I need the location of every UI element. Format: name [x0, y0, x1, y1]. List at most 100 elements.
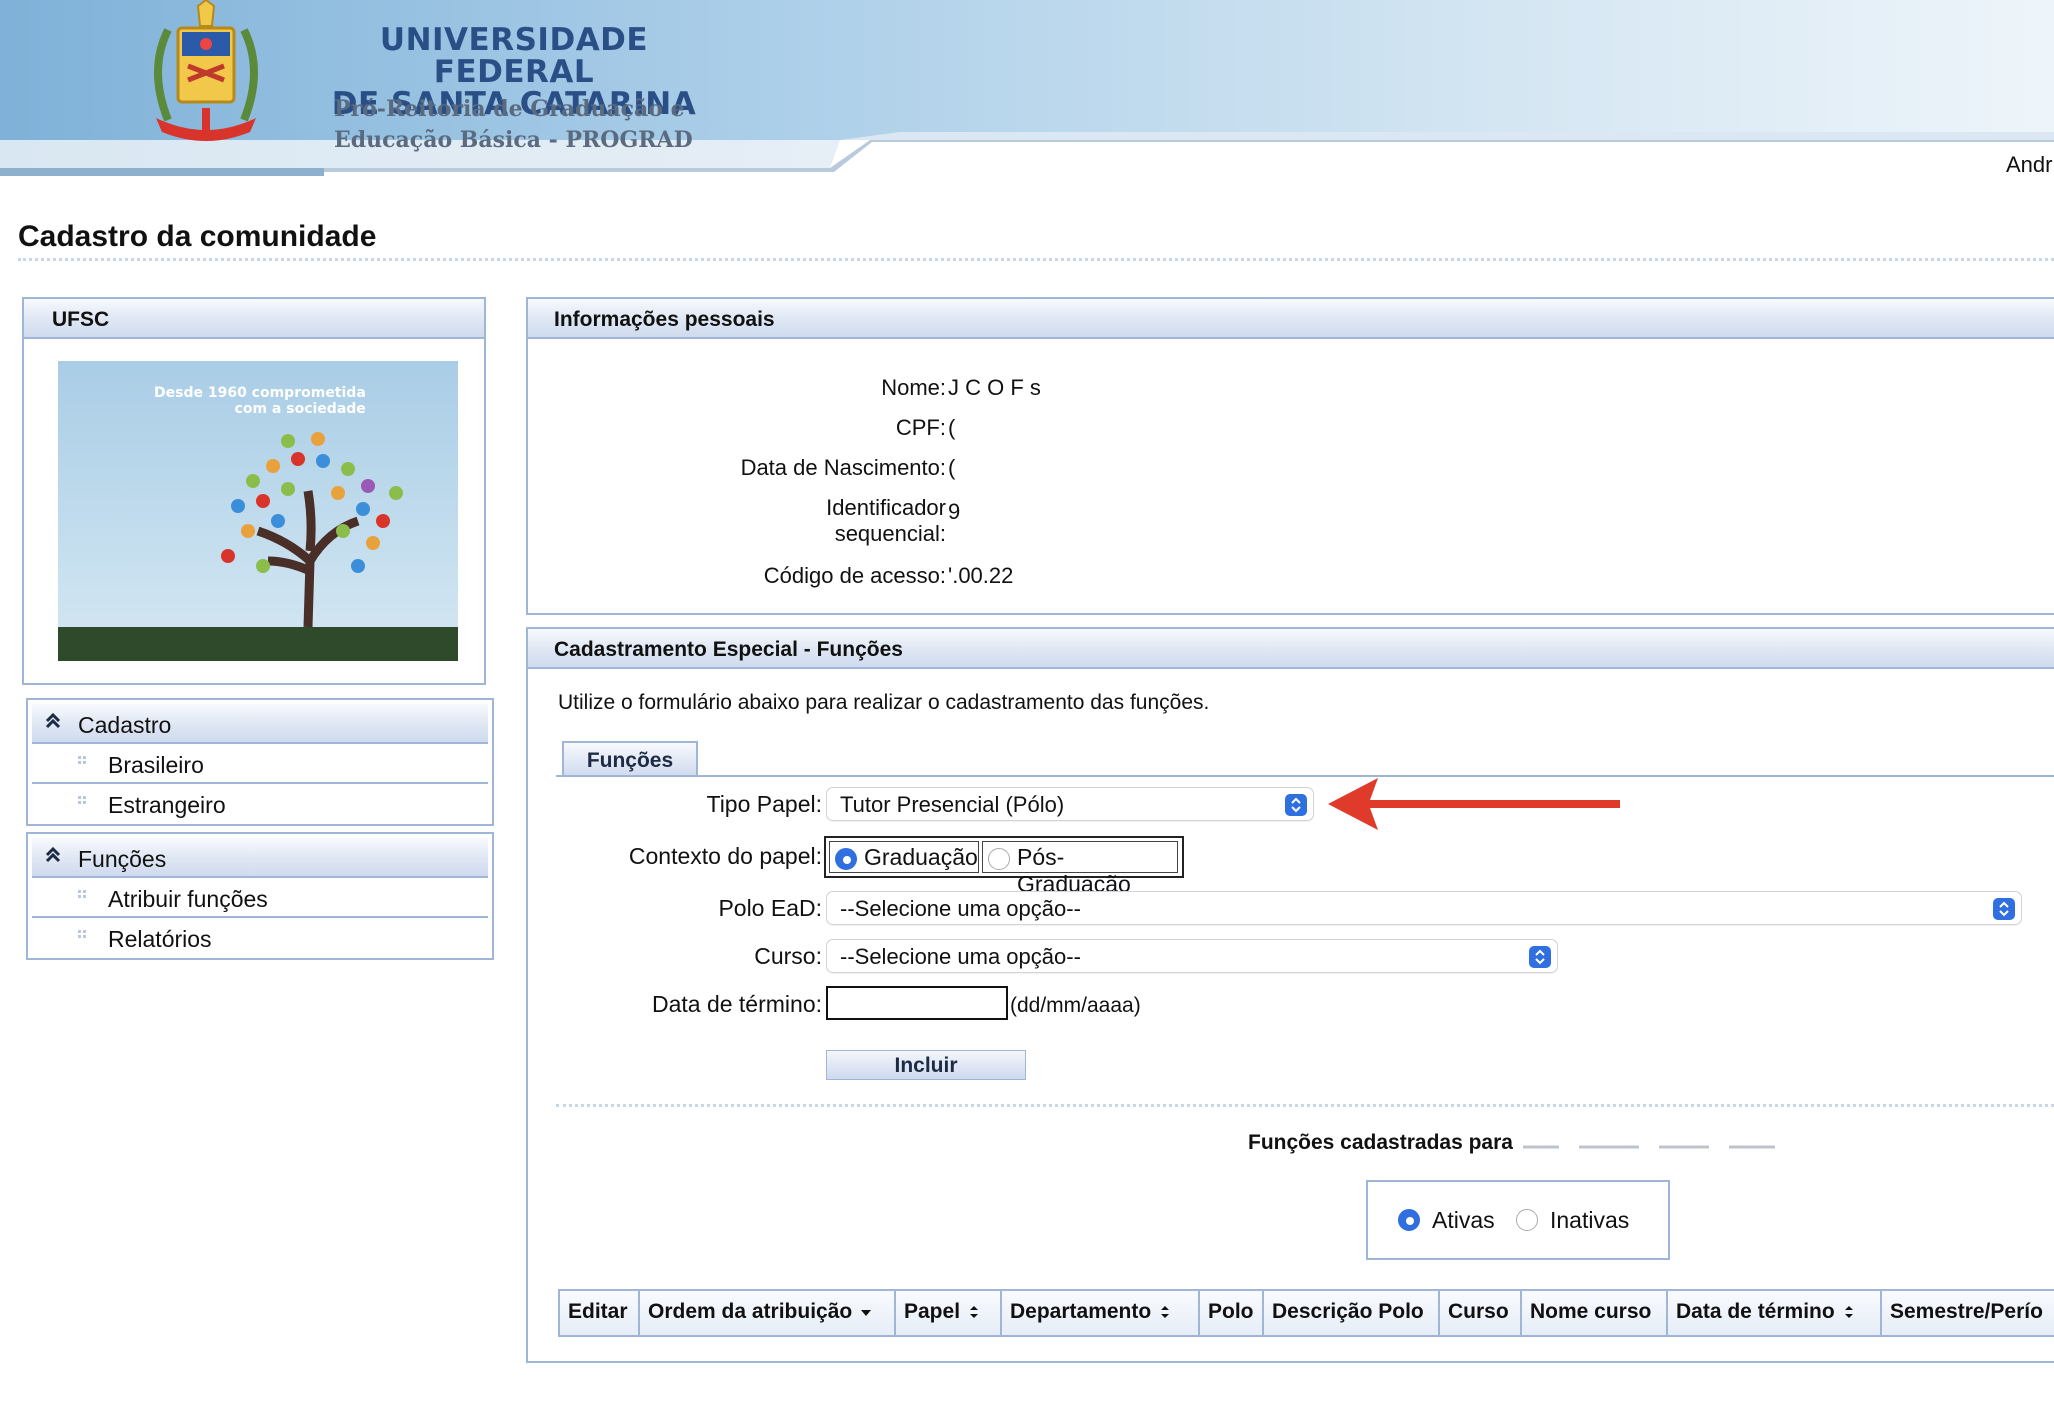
data-termino-hint: (dd/mm/aaaa) — [1010, 994, 1141, 1017]
sidebar-item-brasileiro[interactable]: Brasileiro — [32, 744, 488, 784]
info-label-codigo: Código de acesso: — [763, 563, 946, 588]
column-label: Curso — [1448, 1300, 1509, 1323]
cadastramento-intro: Utilize o formulário abaixo para realiza… — [558, 691, 1210, 714]
sidebar-item-atribuir-funcoes[interactable]: Atribuir funções — [32, 878, 488, 918]
radio-selected-icon[interactable] — [1398, 1209, 1420, 1231]
sidebar-item-label[interactable]: Brasileiro — [108, 752, 204, 778]
tab-funcoes[interactable]: Funções — [562, 741, 698, 777]
column-label: Departamento — [1010, 1300, 1152, 1323]
page-title: Cadastro da comunidade — [18, 220, 377, 253]
personal-info-panel: Informações pessoais Nome: J C O F s CPF… — [526, 297, 2054, 615]
info-value-codigo: '.00.22 — [948, 563, 1014, 588]
filter-option-label: Ativas — [1432, 1207, 1495, 1233]
sidebar-section-header-funcoes[interactable]: Funções — [32, 838, 488, 878]
column-label: Data de término — [1676, 1300, 1835, 1323]
radio-unselected-icon[interactable] — [988, 848, 1010, 870]
info-label-identificador-line2: sequencial: — [834, 521, 946, 546]
sort-icon[interactable] — [1159, 1302, 1171, 1318]
ufsc-tree-image: Desde 1960 comprometida com a sociedade — [58, 361, 458, 661]
polo-value: --Selecione uma opção-- — [840, 896, 1081, 921]
column-label: Papel — [904, 1300, 961, 1323]
cadastramento-title: Cadastramento Especial - Funções — [528, 629, 2054, 669]
column-label: Ordem da atribuição — [648, 1300, 853, 1323]
info-value-identificador: 9 — [948, 499, 961, 524]
contexto-label: Contexto do papel: — [628, 843, 822, 869]
cadastramento-panel: Cadastramento Especial - Funções Utilize… — [526, 627, 2054, 1363]
sidebar-item-label[interactable]: Relatórios — [108, 926, 212, 952]
curso-value: --Selecione uma opção-- — [840, 944, 1081, 969]
info-value-nascimento: ( — [948, 455, 956, 480]
prograd-subtitle: Pró-Reitoria de Graduação e Educação Bás… — [334, 94, 693, 156]
sidebar-section-title: Funções — [78, 846, 167, 872]
sidebar-item-label[interactable]: Atribuir funções — [108, 886, 268, 912]
contexto-option-label: Graduação — [864, 844, 978, 870]
radio-selected-icon[interactable] — [835, 848, 857, 870]
column-label: Polo — [1208, 1300, 1254, 1323]
section-divider — [556, 1104, 2054, 1107]
funcoes-cadastradas-label: Funções cadastradas para — [1248, 1131, 1519, 1154]
ufsc-panel: UFSC Desde 1960 comprometida com a socie… — [22, 297, 486, 685]
column-ordem-atribuicao[interactable]: Ordem da atribuição — [640, 1291, 896, 1335]
column-label: Semestre/Perío — [1890, 1300, 2043, 1323]
curso-select[interactable]: --Selecione uma opção-- — [826, 939, 1558, 973]
sidebar-section-cadastro: Cadastro Brasileiro Estrangeiro — [26, 698, 494, 826]
prograd-subtitle-line2: Educação Básica - PROGRAD — [334, 127, 693, 153]
data-termino-label: Data de término: — [651, 991, 822, 1017]
column-nome-curso: Nome curso — [1522, 1291, 1668, 1335]
info-label-cpf: CPF: — [895, 415, 946, 440]
column-semestre: Semestre/Perío — [1882, 1291, 2054, 1335]
sort-icon[interactable] — [1843, 1302, 1855, 1318]
info-value-cpf: ( — [948, 415, 956, 440]
info-label-identificador: Identificador sequencial: — [628, 495, 946, 547]
filter-option-inativas[interactable]: Inativas — [1516, 1207, 1629, 1234]
info-label-nascimento: Data de Nascimento: — [740, 455, 946, 480]
tab-divider — [556, 775, 2054, 777]
sidebar-item-label[interactable]: Estrangeiro — [108, 792, 226, 818]
annotation-arrow-icon — [1328, 778, 1620, 830]
column-curso: Curso — [1440, 1291, 1522, 1335]
column-data-termino[interactable]: Data de término — [1668, 1291, 1882, 1335]
funcoes-table-header: Editar Ordem da atribuição Papel Departa… — [558, 1289, 2054, 1337]
info-label-nome: Nome: — [881, 375, 946, 400]
logged-user-name[interactable]: Andr — [2006, 152, 2052, 178]
contexto-option-pos-graduacao[interactable]: Pós-Graduação — [982, 841, 1178, 897]
tipo-papel-select[interactable]: Tutor Presencial (Pólo) — [826, 787, 1314, 821]
column-label: Descrição Polo — [1272, 1300, 1424, 1323]
column-papel[interactable]: Papel — [896, 1291, 1002, 1335]
header-banner: UNIVERSIDADE FEDERAL DE SANTA CATARINA P… — [0, 0, 2054, 178]
ufsc-panel-title: UFSC — [24, 299, 484, 339]
sidebar-section-title: Cadastro — [78, 712, 172, 738]
radio-unselected-icon[interactable] — [1516, 1209, 1538, 1231]
filter-option-label: Inativas — [1550, 1207, 1630, 1233]
tree-illustration — [221, 432, 403, 628]
dotted-bullet-icon — [78, 756, 88, 766]
incluir-button[interactable]: Incluir — [826, 1050, 1026, 1080]
column-label: Editar — [568, 1300, 628, 1323]
filter-option-ativas[interactable]: Ativas — [1398, 1207, 1495, 1234]
column-polo: Polo — [1200, 1291, 1264, 1335]
column-departamento[interactable]: Departamento — [1002, 1291, 1200, 1335]
sidebar-section-funcoes: Funções Atribuir funções Relatórios — [26, 832, 494, 960]
dotted-bullet-icon — [78, 930, 88, 940]
sidebar-section-header-cadastro[interactable]: Cadastro — [32, 704, 488, 744]
contexto-option-label: Pós-Graduação — [1017, 844, 1131, 897]
sort-icon[interactable] — [968, 1302, 980, 1318]
sidebar-item-relatorios[interactable]: Relatórios — [32, 918, 488, 958]
column-label: Nome curso — [1530, 1300, 1652, 1323]
info-label-identificador-line1: Identificador — [826, 495, 946, 520]
up-down-arrows-icon — [1993, 898, 2015, 920]
double-chevron-up-icon[interactable] — [44, 846, 62, 869]
title-divider — [18, 258, 2054, 261]
column-editar: Editar — [560, 1291, 640, 1335]
prograd-subtitle-line1: Pró-Reitoria de Graduação e — [334, 96, 685, 122]
polo-select[interactable]: --Selecione uma opção-- — [826, 891, 2022, 925]
column-descricao-polo: Descrição Polo — [1264, 1291, 1440, 1335]
contexto-option-graduacao[interactable]: Graduação — [829, 841, 979, 873]
up-down-arrows-icon — [1529, 946, 1551, 968]
dotted-bullet-icon — [78, 890, 88, 900]
sidebar-item-estrangeiro[interactable]: Estrangeiro — [32, 784, 488, 824]
status-filter-box: Ativas Inativas — [1366, 1180, 1670, 1260]
sort-descending-icon[interactable] — [860, 1302, 872, 1318]
data-termino-input[interactable] — [826, 986, 1008, 1020]
double-chevron-up-icon[interactable] — [44, 712, 62, 735]
